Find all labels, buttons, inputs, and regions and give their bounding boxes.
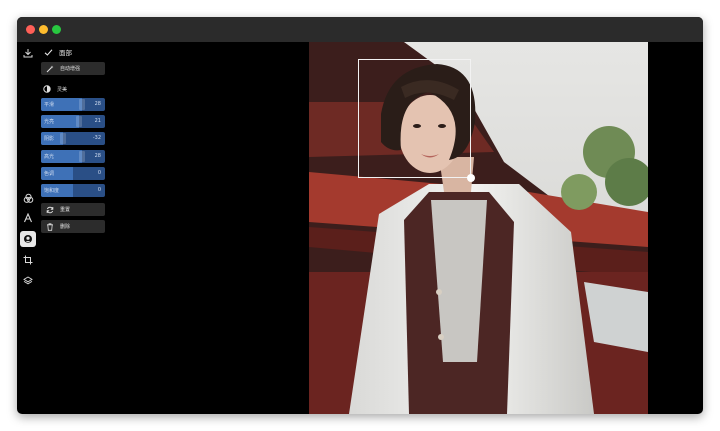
delete-label: 删除 [60,224,71,230]
contrast-icon [43,85,51,93]
slider-label: 光亮 [44,119,55,125]
app-window: 面部 自动增强 灵美 平滑 28 光亮 21 阴影 -32 高光 28 色调 0… [17,17,703,414]
title-bar [17,17,703,42]
photo-canvas[interactable] [309,42,648,414]
slider-value: 28 [94,153,101,159]
slider-brightness[interactable]: 光亮 21 [41,115,105,128]
slider-label: 色调 [44,171,55,177]
slider-label: 高光 [44,154,55,160]
crop-icon[interactable] [20,252,36,268]
panel-header-label: 面部 [59,49,72,57]
slider-label: 阴影 [44,136,55,142]
slider-highlights[interactable]: 高光 28 [41,150,105,163]
text-icon[interactable] [20,210,36,226]
trash-icon [47,222,53,231]
slider-smooth[interactable]: 平滑 28 [41,98,105,111]
reset-label: 重置 [60,207,71,213]
slider-label: 平滑 [44,102,55,108]
slider-tone[interactable]: 色调 0 [41,167,105,180]
slider-value: 21 [94,118,101,124]
face-selection-box[interactable] [358,59,471,178]
slider-label: 饱和度 [44,188,60,194]
magic-wand-icon [46,65,54,72]
slider-value: -32 [92,135,101,141]
zoom-button[interactable] [52,25,61,34]
auto-enhance-label: 自动增强 [60,66,81,72]
portrait-icon[interactable] [20,231,36,247]
minimize-button[interactable] [39,25,48,34]
slider-value: 0 [97,187,101,193]
slider-knob[interactable] [76,116,83,127]
refresh-icon [46,206,54,213]
resize-handle[interactable] [467,174,475,182]
tool-rail [17,42,39,414]
layers-icon[interactable] [20,273,36,289]
close-button[interactable] [26,25,35,34]
slider-shadows[interactable]: 阴影 -32 [41,132,105,145]
slider-value: 0 [97,170,101,176]
checkmark-icon [44,48,53,56]
auto-enhance-button[interactable]: 自动增强 [41,62,105,75]
slider-knob[interactable] [59,133,66,144]
download-icon[interactable] [20,45,36,61]
color-filter-icon[interactable] [20,190,36,206]
slider-knob[interactable] [78,151,85,162]
slider-knob[interactable] [78,99,85,110]
slider-saturation[interactable]: 饱和度 0 [41,184,105,197]
reset-button[interactable]: 重置 [41,203,105,216]
slider-value: 28 [94,101,101,107]
panel-header[interactable]: 面部 [44,46,72,58]
section-title: 灵美 [43,84,67,94]
section-title-label: 灵美 [57,86,68,93]
delete-button[interactable]: 删除 [41,220,105,233]
